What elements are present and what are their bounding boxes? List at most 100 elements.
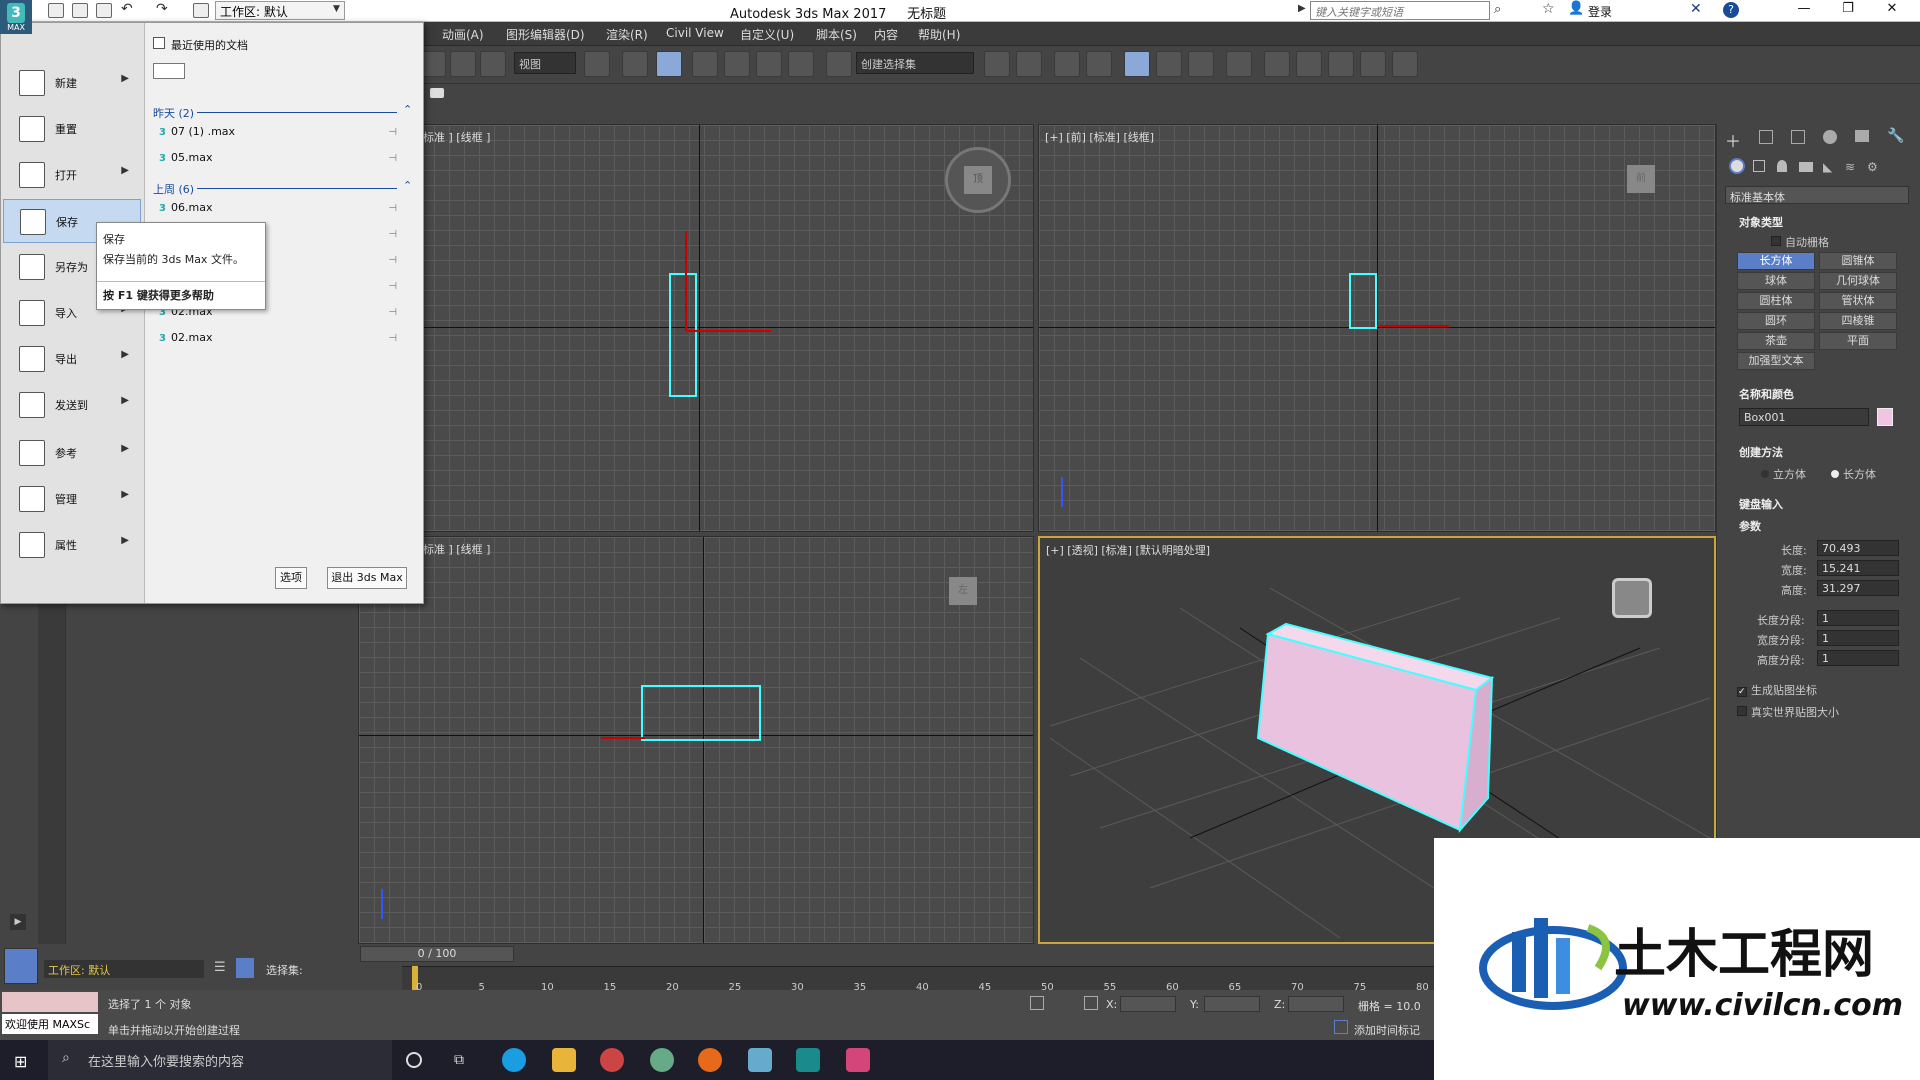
select-rotate-icon[interactable] [480, 51, 506, 77]
named-selection-dropdown[interactable]: 创建选择集 [856, 52, 974, 74]
workspace-bottom-dropdown[interactable]: 工作区: 默认 [44, 960, 204, 978]
scene-explorer-icon[interactable] [1054, 51, 1080, 77]
menu-rendering[interactable]: 渲染(R) [606, 26, 648, 43]
shapes-icon[interactable] [1753, 160, 1765, 172]
recent-file-item[interactable]: 3 07 (1) .max [159, 125, 235, 138]
height-segs-spinner[interactable]: 1 [1817, 650, 1899, 666]
recent-file-item[interactable]: 3 02.max [159, 331, 212, 344]
pin-icon[interactable]: ⊣ [388, 229, 397, 240]
pin-icon[interactable]: ⊣ [388, 307, 397, 318]
ribbon-toggle-icon[interactable] [430, 88, 444, 98]
pin-icon[interactable]: ⊣ [388, 281, 397, 292]
maxscript-label[interactable]: 欢迎使用 MAXSc [2, 1014, 98, 1034]
persp-viewcube-icon[interactable] [1612, 578, 1652, 618]
menu-customize[interactable]: 自定义(U) [740, 26, 794, 43]
search-input[interactable]: 键入关键字或短语 [1310, 1, 1490, 20]
render-setup-icon[interactable] [1264, 51, 1290, 77]
viewport-front-label[interactable]: [+] [前] [标准] [线框] [1045, 129, 1154, 145]
create-tab-icon[interactable]: ＋ [1725, 128, 1741, 152]
recent-file-item[interactable]: 3 06.max [159, 201, 212, 214]
cameras-icon[interactable] [1799, 162, 1813, 172]
app-menu-item-manage[interactable]: 管理 ▶ [3, 477, 141, 521]
display-tab-icon[interactable] [1855, 130, 1869, 142]
viewport-left-label[interactable]: 标准 ] [线框 ] [423, 541, 490, 557]
app-menu-item-send-to[interactable]: 发送到 ▶ [3, 383, 141, 427]
width-segs-spinner[interactable]: 1 [1817, 630, 1899, 646]
reference-coord-dropdown[interactable]: 视图 [514, 52, 576, 74]
user-icon[interactable]: 👤 [1568, 1, 1584, 16]
sphere-button[interactable]: 球体 [1737, 272, 1815, 290]
viewport-layout-icon[interactable] [4, 948, 38, 984]
save-file-icon[interactable] [96, 3, 112, 18]
pin-icon[interactable]: ⊣ [388, 153, 397, 164]
viewport-left[interactable]: 标准 ] [线框 ] 左 [358, 536, 1034, 944]
app-menu-item-reset[interactable]: 重置 [3, 107, 141, 151]
app-menu-item-reference[interactable]: 参考 ▶ [3, 431, 141, 475]
options-button[interactable]: 选项 [275, 567, 307, 589]
layer-explorer-icon[interactable] [1086, 51, 1112, 77]
new-file-icon[interactable] [48, 3, 64, 18]
object-type-title[interactable]: 对象类型 [1739, 214, 1783, 230]
undo-icon[interactable]: ↶ [121, 1, 133, 17]
menu-civil-view[interactable]: Civil View [666, 26, 724, 40]
app-icon-1[interactable] [600, 1048, 624, 1072]
app-menu-item-new[interactable]: 新建 ▶ [3, 61, 141, 105]
app-logo-button[interactable]: 3 MAX [0, 0, 32, 34]
notepad-icon[interactable] [748, 1048, 772, 1072]
app-icon-3[interactable] [846, 1048, 870, 1072]
lock-icon[interactable] [1030, 996, 1044, 1010]
left-box-outline[interactable] [641, 685, 761, 741]
keyboard-entry-title[interactable]: 键盘输入 [1739, 496, 1783, 512]
dope-sheet-icon[interactable] [1188, 51, 1214, 77]
task-view-icon[interactable]: ⧉ [454, 1052, 464, 1068]
expand-arrow-icon[interactable]: ▶ [10, 914, 26, 930]
pin-icon[interactable]: ⊣ [388, 255, 397, 266]
app-menu-item-open[interactable]: 打开 ▶ [3, 153, 141, 197]
cube-radio-dot[interactable] [1761, 470, 1769, 478]
utilities-tab-icon[interactable]: 🔧 [1887, 128, 1904, 144]
viewport-top-label[interactable]: 标准 ] [线框 ] [423, 129, 490, 145]
pin-icon[interactable]: ⊣ [388, 127, 397, 138]
curve-editor-icon[interactable] [1156, 51, 1182, 77]
rendered-frame-icon[interactable] [1296, 51, 1322, 77]
windows-start-icon[interactable]: ⊞ [14, 1052, 27, 1071]
login-link[interactable]: 登录 [1588, 3, 1612, 20]
collapse-group-icon[interactable]: ⌃ [403, 103, 412, 116]
app-icon-2[interactable] [650, 1048, 674, 1072]
torus-button[interactable]: 圆环 [1737, 312, 1815, 330]
close-button[interactable]: ✕ [1870, 1, 1914, 21]
menu-graph-editors[interactable]: 图形编辑器(D) [506, 26, 585, 43]
box-radio-dot[interactable] [1831, 470, 1839, 478]
name-color-title[interactable]: 名称和颜色 [1739, 386, 1794, 402]
spinner-snap-icon[interactable] [788, 51, 814, 77]
object-color-swatch[interactable] [1877, 408, 1893, 426]
menu-animation[interactable]: 动画(A) [442, 26, 484, 43]
time-slider[interactable]: 0 / 100 [360, 946, 514, 962]
app-menu-item-properties[interactable]: 属性 ▶ [3, 523, 141, 567]
taskbar-search-input[interactable]: ⌕ 在这里输入你要搜索的内容 [48, 1040, 392, 1080]
help-icon[interactable]: ? [1723, 2, 1739, 18]
real-world-checkbox[interactable]: 真实世界贴图大小 [1737, 704, 1839, 720]
viewport-top[interactable]: 标准 ] [线框 ] 顶 [358, 124, 1034, 532]
workspace-dropdown[interactable]: 工作区: 默认 [215, 1, 345, 20]
render-teapot-icon[interactable] [1328, 51, 1354, 77]
params-title[interactable]: 参数 [1739, 518, 1761, 534]
cylinder-button[interactable]: 圆柱体 [1737, 292, 1815, 310]
pin-icon[interactable]: ⊣ [388, 333, 397, 344]
select-region-icon[interactable] [450, 51, 476, 77]
grid-icon[interactable] [1392, 51, 1418, 77]
width-spinner[interactable]: 15.241 [1817, 560, 1899, 576]
top-viewcube-icon[interactable]: 顶 [945, 147, 1011, 213]
star-icon[interactable]: ☆ [1542, 1, 1555, 17]
x-field[interactable] [1120, 996, 1176, 1012]
angle-snap-icon[interactable] [724, 51, 750, 77]
exit-button[interactable]: 退出 3ds Max [327, 567, 407, 589]
gen-mapping-checkbox[interactable]: ✓ 生成贴图坐标 [1737, 682, 1817, 698]
search-arrow-icon[interactable]: ▶ [1298, 3, 1306, 14]
pin-icon[interactable]: ⊣ [388, 203, 397, 214]
helpers-icon[interactable]: ◣ [1823, 160, 1832, 174]
recent-group-label[interactable]: 上周 (6) [153, 181, 194, 197]
menu-help[interactable]: 帮助(H) [918, 26, 960, 43]
open-file-icon[interactable] [72, 3, 88, 18]
firefox-icon[interactable] [698, 1048, 722, 1072]
